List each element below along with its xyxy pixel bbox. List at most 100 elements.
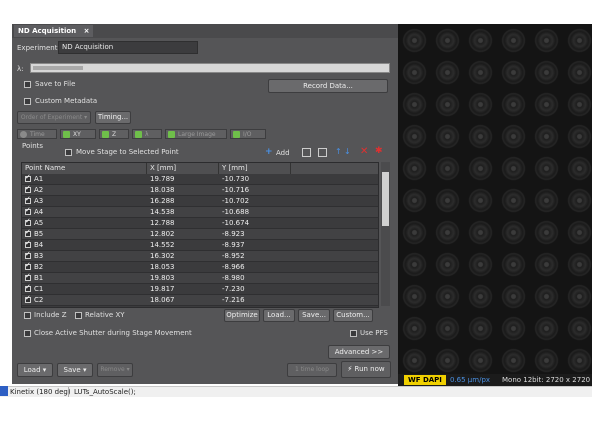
scrollbar-thumb[interactable] [382, 172, 389, 226]
advanced-button[interactable]: Advanced >> [328, 345, 390, 359]
remove-button[interactable]: Remove ▾ [97, 363, 133, 377]
cell-x: 18.067 [150, 296, 175, 304]
row-checkbox[interactable] [25, 206, 31, 215]
row-checkbox[interactable] [25, 250, 31, 259]
row-checkbox[interactable] [25, 272, 31, 281]
custom-metadata-checkbox[interactable] [24, 98, 31, 105]
row-checkbox[interactable] [25, 217, 31, 226]
wavelength-bar[interactable] [30, 63, 390, 73]
tab-io[interactable]: I/O [230, 129, 266, 139]
cell-point-name: B5 [34, 230, 44, 238]
column-y[interactable]: Y [mm] [219, 163, 291, 174]
well-image-tile [567, 316, 592, 341]
column-point-name[interactable]: Point Name [22, 163, 147, 174]
row-checkbox[interactable] [25, 173, 31, 182]
table-row[interactable]: B1 19.803 -8.980 [22, 272, 378, 284]
table-row[interactable]: A3 16.288 -10.702 [22, 195, 378, 207]
save-points-button[interactable]: Save... [298, 309, 330, 322]
well-image-tile [468, 252, 493, 277]
cell-x: 16.302 [150, 252, 175, 260]
row-checkbox[interactable] [25, 239, 31, 248]
well-image-tile [501, 188, 526, 213]
table-row[interactable]: A4 14.538 -10.688 [22, 206, 378, 218]
add-label[interactable]: Add [276, 149, 290, 157]
microscope-image[interactable] [398, 24, 592, 374]
well-image-tile [567, 284, 592, 309]
close-shutter-checkbox[interactable] [24, 330, 31, 337]
well-image-tile [567, 156, 592, 181]
tab-nd-acquisition[interactable]: ND Acquisition × [14, 25, 94, 37]
run-now-button[interactable]: ⚡ Run now [341, 361, 391, 378]
row-checkbox[interactable] [25, 294, 31, 303]
table-row[interactable]: A2 18.038 -10.716 [22, 184, 378, 196]
table-row[interactable]: C2 18.067 -7.216 [22, 294, 378, 306]
table-row[interactable]: A5 12.788 -10.674 [22, 217, 378, 229]
cell-y: -7.230 [222, 285, 245, 293]
cell-x: 12.788 [150, 219, 175, 227]
copy-icon[interactable] [302, 148, 311, 157]
tab-xy[interactable]: XY [60, 129, 96, 139]
well-image-tile [534, 348, 559, 373]
save-to-file-checkbox[interactable] [24, 81, 31, 88]
table-row[interactable]: B2 18.053 -8.966 [22, 261, 378, 273]
save-menu-button[interactable]: Save ▾ [57, 363, 93, 377]
table-row[interactable]: A1 19.789 -10.730 [22, 173, 378, 185]
tab-lambda[interactable]: λ [132, 129, 162, 139]
table-row[interactable]: B5 12.802 -8.923 [22, 228, 378, 240]
clock-icon [20, 131, 27, 138]
well-image-tile [468, 188, 493, 213]
load-points-button[interactable]: Load... [263, 309, 295, 322]
custom-button[interactable]: Custom... [333, 309, 373, 322]
well-image-tile [402, 188, 427, 213]
row-checkbox[interactable] [25, 195, 31, 204]
cell-point-name: B3 [34, 252, 44, 260]
delete-all-icon[interactable]: ✱ [375, 146, 383, 156]
well-image-tile [468, 92, 493, 117]
column-x[interactable]: X [mm] [147, 163, 219, 174]
move-stage-checkbox[interactable] [65, 149, 72, 156]
table-row[interactable]: C1 19.817 -7.230 [22, 283, 378, 295]
well-image-tile [534, 92, 559, 117]
experiment-field[interactable]: ND Acquisition [58, 41, 198, 54]
move-down-icon[interactable]: ↓ [344, 147, 351, 156]
chevron-down-icon: ▾ [82, 366, 87, 374]
timing-button[interactable]: Timing... [95, 111, 131, 124]
order-of-experiment-dropdown[interactable]: Order of Experiment ▾ [17, 111, 91, 124]
tab-close-icon[interactable]: × [84, 27, 90, 35]
table-row[interactable]: B3 16.302 -8.952 [22, 250, 378, 262]
row-checkbox[interactable] [25, 228, 31, 237]
one-time-loop-button[interactable]: 1 time loop [287, 363, 337, 377]
use-pfs-checkbox[interactable] [350, 330, 357, 337]
move-stage-label: Move Stage to Selected Point [76, 148, 179, 156]
tab-large-image[interactable]: Large Image [165, 129, 227, 139]
table-row[interactable]: B4 14.552 -8.937 [22, 239, 378, 251]
paste-icon[interactable] [318, 148, 327, 157]
well-image-tile [402, 252, 427, 277]
well-image-tile [402, 284, 427, 309]
save-to-file-label: Save to File [35, 80, 76, 88]
include-z-checkbox[interactable] [24, 312, 31, 319]
channel-badge[interactable]: WF DAPI [404, 375, 446, 385]
cell-point-name: B1 [34, 274, 44, 282]
well-image-tile [435, 156, 460, 181]
well-image-tile [435, 188, 460, 213]
relative-xy-checkbox[interactable] [75, 312, 82, 319]
move-up-icon[interactable]: ↑ [335, 147, 342, 156]
tab-z[interactable]: Z [99, 129, 129, 139]
load-menu-button[interactable]: Load ▾ [17, 363, 53, 377]
cell-x: 19.803 [150, 274, 175, 282]
tab-time[interactable]: Time [17, 129, 57, 139]
cell-x: 14.552 [150, 241, 175, 249]
row-checkbox[interactable] [25, 184, 31, 193]
add-icon[interactable]: + [265, 148, 273, 157]
row-checkbox[interactable] [25, 283, 31, 292]
large-image-icon [168, 131, 175, 138]
optimize-button[interactable]: Optimize [224, 309, 260, 322]
record-data-button[interactable]: Record Data... [268, 79, 388, 93]
row-checkbox[interactable] [25, 261, 31, 270]
well-image-tile [435, 92, 460, 117]
table-header: Point Name X [mm] Y [mm] [22, 163, 378, 174]
cell-y: -8.923 [222, 230, 245, 238]
delete-icon[interactable]: ✕ [360, 146, 368, 157]
points-table: Point Name X [mm] Y [mm] A1 19.789 -10.730… [21, 162, 379, 308]
